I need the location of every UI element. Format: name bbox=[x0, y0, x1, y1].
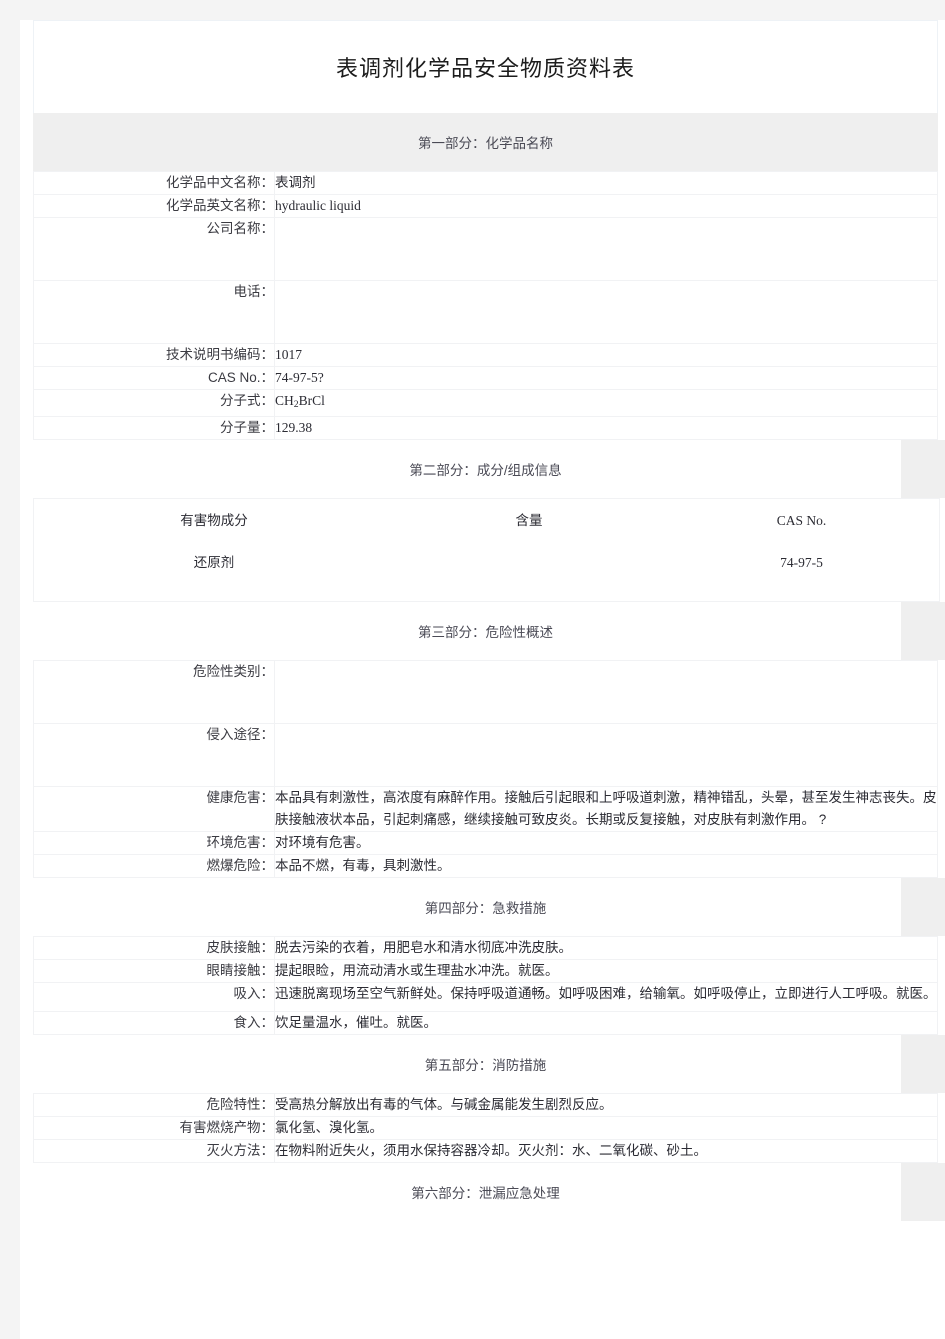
field-label: 皮肤接触： bbox=[33, 936, 275, 961]
table-row: 还原剂 74-97-5 bbox=[34, 543, 940, 602]
field-label: CAS No.： bbox=[33, 366, 275, 390]
field-label: 危险性类别： bbox=[33, 660, 275, 725]
section-header-1: 第一部分：化学品名称 bbox=[33, 113, 938, 171]
field-value: 受高热分解放出有毒的气体。与碱金属能发生剧烈反应。 bbox=[274, 1093, 938, 1118]
field-value bbox=[274, 280, 938, 344]
field-value: 氯化氢、溴化氢。 bbox=[274, 1116, 938, 1141]
table-row: 分子式： CH2BrCl bbox=[33, 388, 938, 418]
cell-cas: 74-97-5 bbox=[780, 555, 823, 571]
sections-container: 第一部分：化学品名称化学品中文名称： 表调剂 化学品英文名称： hydraulic l… bbox=[20, 113, 945, 1222]
page-title: 表调剂化学品安全物质资料表 bbox=[335, 56, 635, 81]
cell-amount bbox=[394, 543, 664, 602]
field-label: 电话： bbox=[33, 280, 275, 344]
field-value: 在物料附近失火，须用水保持容器冷却。灭火剂：水、二氧化碳、砂土。 bbox=[274, 1139, 938, 1164]
section-header-6: 第六部分：泄漏应急处理 bbox=[33, 1163, 945, 1222]
table-row: 分子量： 129.38 bbox=[33, 416, 938, 441]
field-value: 对环境有危害。 bbox=[274, 831, 938, 856]
field-value: 本品不燃，有毒，具刺激性。 bbox=[274, 854, 938, 879]
field-label: 食入： bbox=[33, 1011, 275, 1036]
section-heading-text: 第三部分：危险性概述 bbox=[418, 625, 553, 641]
table-header-row: 有害物成分 含量 CAS No. bbox=[34, 499, 940, 544]
table-row: 技术说明书编码： 1017 bbox=[33, 343, 938, 367]
table-row: 环境危害： 对环境有危害。 bbox=[33, 831, 938, 856]
section-header-3: 第三部分：危险性概述 bbox=[33, 602, 945, 661]
table-row: 健康危害： 本品具有刺激性，高浓度有麻醉作用。接触后引起眼和上呼吸道刺激，精神错乱… bbox=[33, 786, 938, 833]
table-row: 化学品中文名称： 表调剂 bbox=[33, 171, 938, 195]
field-label: 环境危害： bbox=[33, 831, 275, 856]
field-label: 分子量： bbox=[33, 416, 275, 441]
section-header-4: 第四部分：急救措施 bbox=[33, 878, 945, 937]
table-row: 电话： bbox=[33, 280, 938, 344]
field-label: 灭火方法： bbox=[33, 1139, 275, 1164]
section-heading-text: 第四部分：急救措施 bbox=[424, 901, 547, 917]
field-value: 1017 bbox=[274, 343, 938, 367]
field-label: 吸入： bbox=[33, 982, 275, 1013]
msds-document: 表调剂化学品安全物质资料表 第一部分：化学品名称化学品中文名称： 表调剂 化学品英文… bbox=[20, 20, 945, 1339]
table-row: 吸入： 迅速脱离现场至空气新鲜处。保持呼吸道通畅。如呼吸困难，给输氧。如呼吸停止，… bbox=[33, 982, 938, 1013]
field-value: 脱去污染的衣着，用肥皂水和清水彻底冲洗皮肤。 bbox=[274, 936, 938, 961]
field-value: 129.38 bbox=[274, 416, 938, 441]
section-5-table: 危险特性： 受高热分解放出有毒的气体。与碱金属能发生剧烈反应。 有害燃烧产物： 氯化氢… bbox=[33, 1093, 938, 1164]
field-value: 提起眼睑，用流动清水或生理盐水冲洗。就医。 bbox=[274, 959, 938, 984]
field-label: 分子式： bbox=[33, 388, 275, 418]
field-label: 危险特性： bbox=[33, 1093, 275, 1118]
field-value: 迅速脱离现场至空气新鲜处。保持呼吸道通畅。如呼吸困难，给输氧。如呼吸停止，立即进… bbox=[274, 982, 938, 1013]
section-heading-text: 第六部分：泄漏应急处理 bbox=[411, 1186, 560, 1202]
field-value-formula: CH2BrCl bbox=[274, 388, 938, 418]
section-4-table: 皮肤接触： 脱去污染的衣着，用肥皂水和清水彻底冲洗皮肤。 眼睛接触： 提起眼睑，用流动… bbox=[33, 936, 938, 1036]
field-label: 眼睛接触： bbox=[33, 959, 275, 984]
table-row: 燃爆危险： 本品不燃，有毒，具刺激性。 bbox=[33, 854, 938, 879]
table-row: 危险性类别： bbox=[33, 660, 938, 725]
table-row: 皮肤接触： 脱去污染的衣着，用肥皂水和清水彻底冲洗皮肤。 bbox=[33, 936, 938, 961]
field-label: 化学品中文名称： bbox=[33, 171, 275, 195]
table-row: 侵入途径： bbox=[33, 723, 938, 788]
field-label: 公司名称： bbox=[33, 217, 275, 281]
table-row: 危险特性： 受高热分解放出有毒的气体。与碱金属能发生剧烈反应。 bbox=[33, 1093, 938, 1118]
field-label: 健康危害： bbox=[33, 786, 275, 833]
section-header-5: 第五部分：消防措施 bbox=[33, 1035, 945, 1094]
cell-name: 还原剂 bbox=[193, 555, 235, 571]
table-row: 灭火方法： 在物料附近失火，须用水保持容器冷却。灭火剂：水、二氧化碳、砂土。 bbox=[33, 1139, 938, 1164]
page-tail-space bbox=[20, 1221, 925, 1339]
composition-table: 有害物成分 含量 CAS No. 还原剂 74-97-5 bbox=[33, 498, 940, 603]
field-value: hydraulic liquid bbox=[274, 194, 938, 218]
table-row: CAS No.： 74-97-5? bbox=[33, 366, 938, 390]
section-heading-text: 第一部分：化学品名称 bbox=[418, 136, 553, 151]
column-header: 含量 bbox=[515, 513, 543, 529]
section-header-2: 第二部分：成分/组成信息 bbox=[33, 440, 945, 499]
field-value bbox=[274, 723, 938, 788]
table-row: 食入： 饮足量温水，催吐。就医。 bbox=[33, 1011, 938, 1036]
field-value: 表调剂 bbox=[274, 171, 938, 195]
column-header: CAS No. bbox=[776, 513, 827, 529]
column-header: 有害物成分 bbox=[180, 513, 248, 529]
document-page: 表调剂化学品安全物质资料表 第一部分：化学品名称化学品中文名称： 表调剂 化学品英文… bbox=[20, 20, 945, 1339]
field-label: 侵入途径： bbox=[33, 723, 275, 788]
section-1-table: 化学品中文名称： 表调剂 化学品英文名称： hydraulic liquid 公司名称：… bbox=[33, 171, 938, 441]
section-3-table: 危险性类别： 侵入途径： 健康危害： 本品具有刺激性，高浓度有麻醉作用。接触后引起眼和… bbox=[33, 660, 938, 879]
table-row: 化学品英文名称： hydraulic liquid bbox=[33, 194, 938, 218]
field-label: 技术说明书编码： bbox=[33, 343, 275, 367]
field-value bbox=[274, 217, 938, 281]
section-heading-text: 第二部分：成分/组成信息 bbox=[409, 463, 562, 479]
section-heading-text: 第五部分：消防措施 bbox=[424, 1058, 547, 1074]
field-value bbox=[274, 660, 938, 725]
table-row: 有害燃烧产物： 氯化氢、溴化氢。 bbox=[33, 1116, 938, 1141]
table-row: 眼睛接触： 提起眼睑，用流动清水或生理盐水冲洗。就医。 bbox=[33, 959, 938, 984]
field-value: 饮足量温水，催吐。就医。 bbox=[274, 1011, 938, 1036]
table-row: 公司名称： bbox=[33, 217, 938, 281]
title-block: 表调剂化学品安全物质资料表 bbox=[33, 20, 938, 113]
field-label: 有害燃烧产物： bbox=[33, 1116, 275, 1141]
field-value: 本品具有刺激性，高浓度有麻醉作用。接触后引起眼和上呼吸道刺激，精神错乱，头晕，甚… bbox=[274, 786, 938, 833]
field-label: 燃爆危险： bbox=[33, 854, 275, 879]
field-label: 化学品英文名称： bbox=[33, 194, 275, 218]
field-value: 74-97-5? bbox=[274, 366, 938, 390]
